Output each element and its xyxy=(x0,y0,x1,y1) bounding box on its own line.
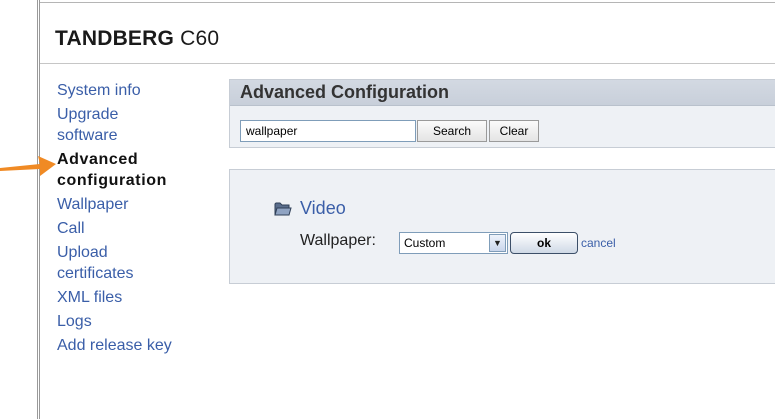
sidebar: System info Upgrade software Advanced co… xyxy=(57,80,217,359)
sidebar-item-logs[interactable]: Logs xyxy=(57,311,217,332)
ok-button[interactable]: ok xyxy=(510,232,578,254)
sidebar-item-add-release-key[interactable]: Add release key xyxy=(57,335,217,356)
chevron-down-icon[interactable]: ▼ xyxy=(489,234,506,252)
cancel-link[interactable]: cancel xyxy=(581,236,616,250)
section-title: Video xyxy=(300,198,346,218)
config-results-panel: Video Wallpaper: Custom ▼ ok cancel xyxy=(229,169,775,284)
panel-title: Advanced Configuration xyxy=(230,80,775,106)
pointer-arrow-icon xyxy=(0,156,56,176)
wallpaper-select[interactable]: Custom ▼ xyxy=(399,232,508,254)
sidebar-item-call[interactable]: Call xyxy=(57,218,217,239)
search-input[interactable] xyxy=(240,120,416,142)
clear-button[interactable]: Clear xyxy=(489,120,539,142)
sidebar-item-xml-files[interactable]: XML files xyxy=(57,287,217,308)
sidebar-item-wallpaper[interactable]: Wallpaper xyxy=(57,194,217,215)
brand-name: TANDBERG xyxy=(55,27,175,50)
wallpaper-label: Wallpaper: xyxy=(300,232,376,249)
sidebar-item-advanced-configuration[interactable]: Advanced configuration xyxy=(57,149,217,191)
wallpaper-select-value: Custom xyxy=(404,236,446,250)
sidebar-item-system-info[interactable]: System info xyxy=(57,80,217,101)
search-button[interactable]: Search xyxy=(417,120,487,142)
brand-logo: TANDBERG C60 xyxy=(55,27,219,51)
header: TANDBERG C60 xyxy=(40,3,775,64)
section-video[interactable]: Video xyxy=(274,198,346,219)
advanced-configuration-panel: Advanced Configuration Search Clear xyxy=(229,79,775,148)
brand-model: C60 xyxy=(180,27,220,50)
folder-icon xyxy=(274,202,292,216)
sidebar-item-upgrade-software[interactable]: Upgrade software xyxy=(57,104,217,146)
sidebar-item-upload-certificates[interactable]: Upload certificates xyxy=(57,242,217,284)
